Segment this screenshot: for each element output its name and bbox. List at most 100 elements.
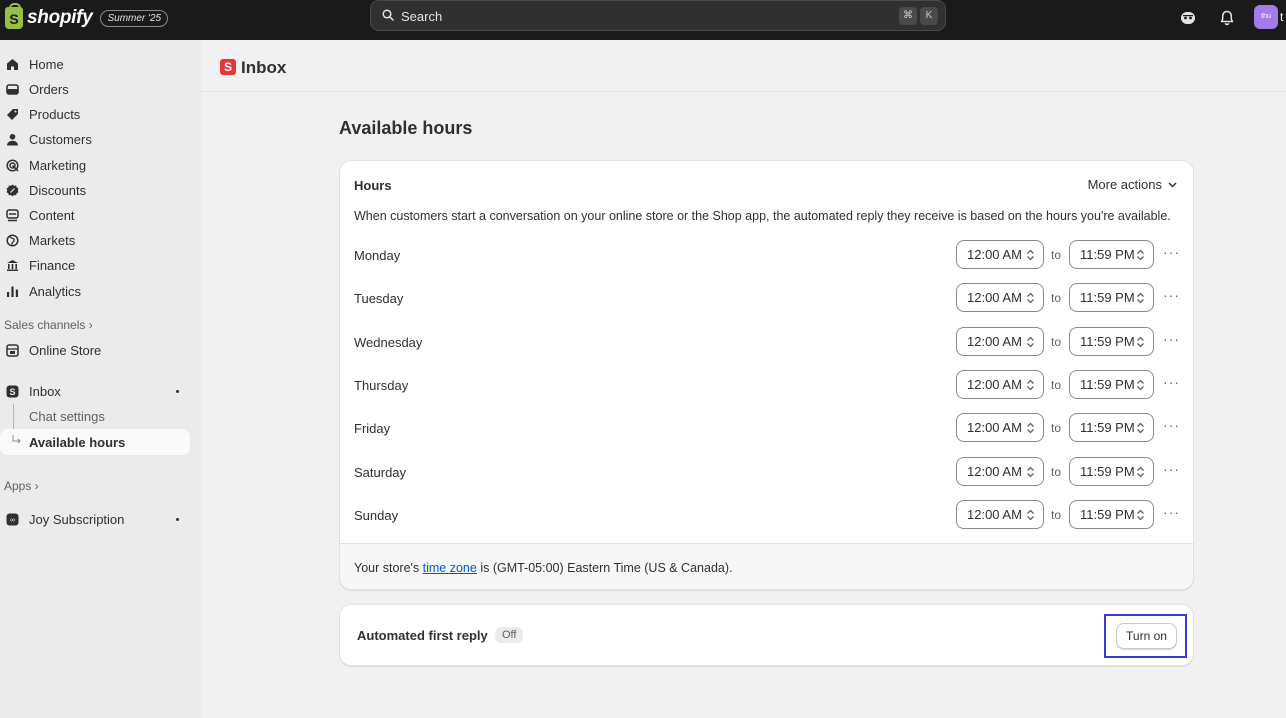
- storefront-icon: [6, 343, 19, 357]
- end-time-value: 11:59 PM: [1080, 247, 1135, 262]
- chevron-down-icon: [1168, 181, 1177, 188]
- start-time-select[interactable]: 12:00 AM: [956, 413, 1044, 443]
- day-name: Sunday: [354, 507, 399, 523]
- sidebar-item-marketing[interactable]: Marketing: [0, 152, 190, 178]
- to-label: to: [1051, 248, 1062, 262]
- sidebar-item-joy-subscription[interactable]: ∞ Joy Subscription: [0, 506, 190, 532]
- end-time-value: 11:59 PM: [1080, 333, 1135, 349]
- chevron-updown-icon: [1027, 249, 1034, 261]
- sidebar-item-discounts[interactable]: Discounts: [0, 177, 190, 203]
- day-row-friday: Friday 12:00 AM to 11:59 PM ···: [340, 413, 1193, 443]
- more-actions-button[interactable]: More actions: [1088, 177, 1177, 192]
- start-time-value: 12:00 AM: [967, 247, 1022, 262]
- start-time-value: 12:00 AM: [967, 506, 1022, 522]
- sidebar-item-label: Finance: [29, 257, 76, 273]
- start-time-value: 12:00 AM: [967, 420, 1022, 436]
- automated-reply-title: Automated first reply: [357, 628, 488, 643]
- row-more-actions-button[interactable]: ···: [1163, 504, 1180, 520]
- start-time-value: 12:00 AM: [967, 463, 1022, 479]
- chevron-updown-icon: [1027, 509, 1034, 521]
- day-name: Tuesday: [354, 291, 404, 307]
- sidebar-item-orders[interactable]: Orders: [0, 76, 190, 102]
- day-row-monday: Monday 12:00 AM to 11:59 PM ···: [340, 240, 1193, 270]
- to-label: to: [1051, 464, 1062, 479]
- start-time-select[interactable]: 12:00 AM: [956, 499, 1044, 529]
- end-time-select[interactable]: 11:59 PM: [1069, 240, 1154, 269]
- row-more-actions-button[interactable]: ···: [1163, 244, 1180, 260]
- chevron-updown-icon: [1137, 509, 1144, 521]
- sidebar-item-finance[interactable]: Finance: [0, 252, 190, 278]
- start-time-select[interactable]: 12:00 AM: [956, 456, 1044, 486]
- end-time-value: 11:59 PM: [1080, 506, 1135, 522]
- day-row-tuesday: Tuesday 12:00 AM to 11:59 PM ···: [340, 283, 1193, 313]
- sidebar-item-inbox[interactable]: S Inbox: [0, 378, 190, 404]
- sidebar-item-chat-settings[interactable]: Chat settings: [0, 403, 190, 429]
- to-label: to: [1051, 507, 1062, 522]
- bell-icon[interactable]: [1218, 9, 1236, 27]
- top-bar: S shopify Summer '25 Search ⌘ K thu t: [0, 0, 1286, 40]
- more-actions-label: More actions: [1087, 177, 1162, 192]
- assistant-icon[interactable]: [1179, 9, 1197, 27]
- sidebar-item-customers[interactable]: Customers: [0, 126, 190, 152]
- day-row-wednesday: Wednesday 12:00 AM to 11:59 PM ···: [340, 326, 1193, 357]
- timezone-suffix: is (GMT-05:00) Eastern Time (US & Canada…: [476, 561, 733, 575]
- end-time-value: 11:59 PM: [1080, 463, 1135, 479]
- joy-app-icon: ∞: [6, 513, 19, 525]
- sidebar-item-home[interactable]: Home: [0, 51, 190, 77]
- sidebar-item-label: Available hours: [29, 434, 126, 450]
- end-time-select[interactable]: 11:59 PM: [1069, 499, 1154, 529]
- end-time-select[interactable]: 11:59 PM: [1069, 369, 1154, 399]
- sidebar-item-label: Customers: [29, 131, 92, 147]
- apps-heading[interactable]: Apps ›: [4, 479, 39, 493]
- account-name-truncated[interactable]: t: [1280, 10, 1283, 24]
- sidebar-item-analytics[interactable]: Analytics: [0, 278, 190, 304]
- to-label: to: [1051, 421, 1062, 436]
- sales-channels-heading[interactable]: Sales channels ›: [4, 318, 93, 332]
- avatar[interactable]: thu: [1254, 5, 1278, 29]
- automated-reply-card: Automated first reply Off Turn on: [339, 604, 1194, 666]
- sidebar: Home Orders Products Customers Marketing…: [0, 40, 201, 718]
- shortcut-key-k: K: [920, 7, 938, 25]
- start-time-select[interactable]: 12:00 AM: [956, 283, 1044, 313]
- to-label: to: [1051, 291, 1062, 306]
- page-title: Available hours: [339, 118, 473, 138]
- end-time-value: 11:59 PM: [1080, 376, 1135, 392]
- row-more-actions-button[interactable]: ···: [1163, 461, 1180, 477]
- start-time-select[interactable]: 12:00 AM: [956, 240, 1044, 269]
- end-time-select[interactable]: 11:59 PM: [1069, 413, 1154, 443]
- turn-on-button[interactable]: Turn on: [1116, 623, 1177, 649]
- sidebar-item-markets[interactable]: Markets: [0, 227, 190, 253]
- end-time-select[interactable]: 11:59 PM: [1069, 456, 1154, 486]
- target-icon: [6, 158, 19, 172]
- start-time-select[interactable]: 12:00 AM: [956, 326, 1044, 356]
- shopify-bag-icon: S: [5, 3, 23, 29]
- to-label: to: [1051, 334, 1062, 349]
- svg-text:∞: ∞: [10, 517, 15, 524]
- chevron-updown-icon: [1137, 379, 1144, 391]
- row-more-actions-button[interactable]: ···: [1163, 374, 1180, 390]
- sidebar-item-online-store[interactable]: Online Store: [0, 337, 190, 363]
- time-zone-link[interactable]: time zone: [423, 561, 477, 575]
- sidebar-item-label: Home: [29, 56, 64, 72]
- row-more-actions-button[interactable]: ···: [1163, 331, 1180, 347]
- sidebar-item-products[interactable]: Products: [0, 101, 190, 127]
- end-time-select[interactable]: 11:59 PM: [1069, 283, 1154, 313]
- day-name: Friday: [354, 421, 391, 437]
- end-time-select[interactable]: 11:59 PM: [1069, 326, 1154, 356]
- end-time-value: 11:59 PM: [1080, 420, 1135, 436]
- sidebar-item-label: Inbox: [29, 383, 61, 399]
- day-name: Saturday: [354, 464, 407, 480]
- chevron-updown-icon: [1027, 336, 1034, 348]
- app-title: Inbox: [241, 58, 287, 77]
- shopify-logo[interactable]: S shopify Summer '25: [5, 3, 169, 29]
- search-bar[interactable]: Search ⌘ K: [370, 0, 946, 31]
- search-icon: [382, 9, 394, 21]
- start-time-select[interactable]: 12:00 AM: [956, 369, 1044, 399]
- sidebar-item-available-hours[interactable]: Available hours: [0, 429, 190, 455]
- edition-badge[interactable]: Summer '25: [100, 9, 169, 27]
- sidebar-item-content[interactable]: Content: [0, 202, 190, 228]
- sidebar-item-label: Orders: [29, 81, 69, 97]
- chevron-updown-icon: [1027, 292, 1034, 304]
- row-more-actions-button[interactable]: ···: [1163, 287, 1180, 303]
- row-more-actions-button[interactable]: ···: [1163, 417, 1180, 433]
